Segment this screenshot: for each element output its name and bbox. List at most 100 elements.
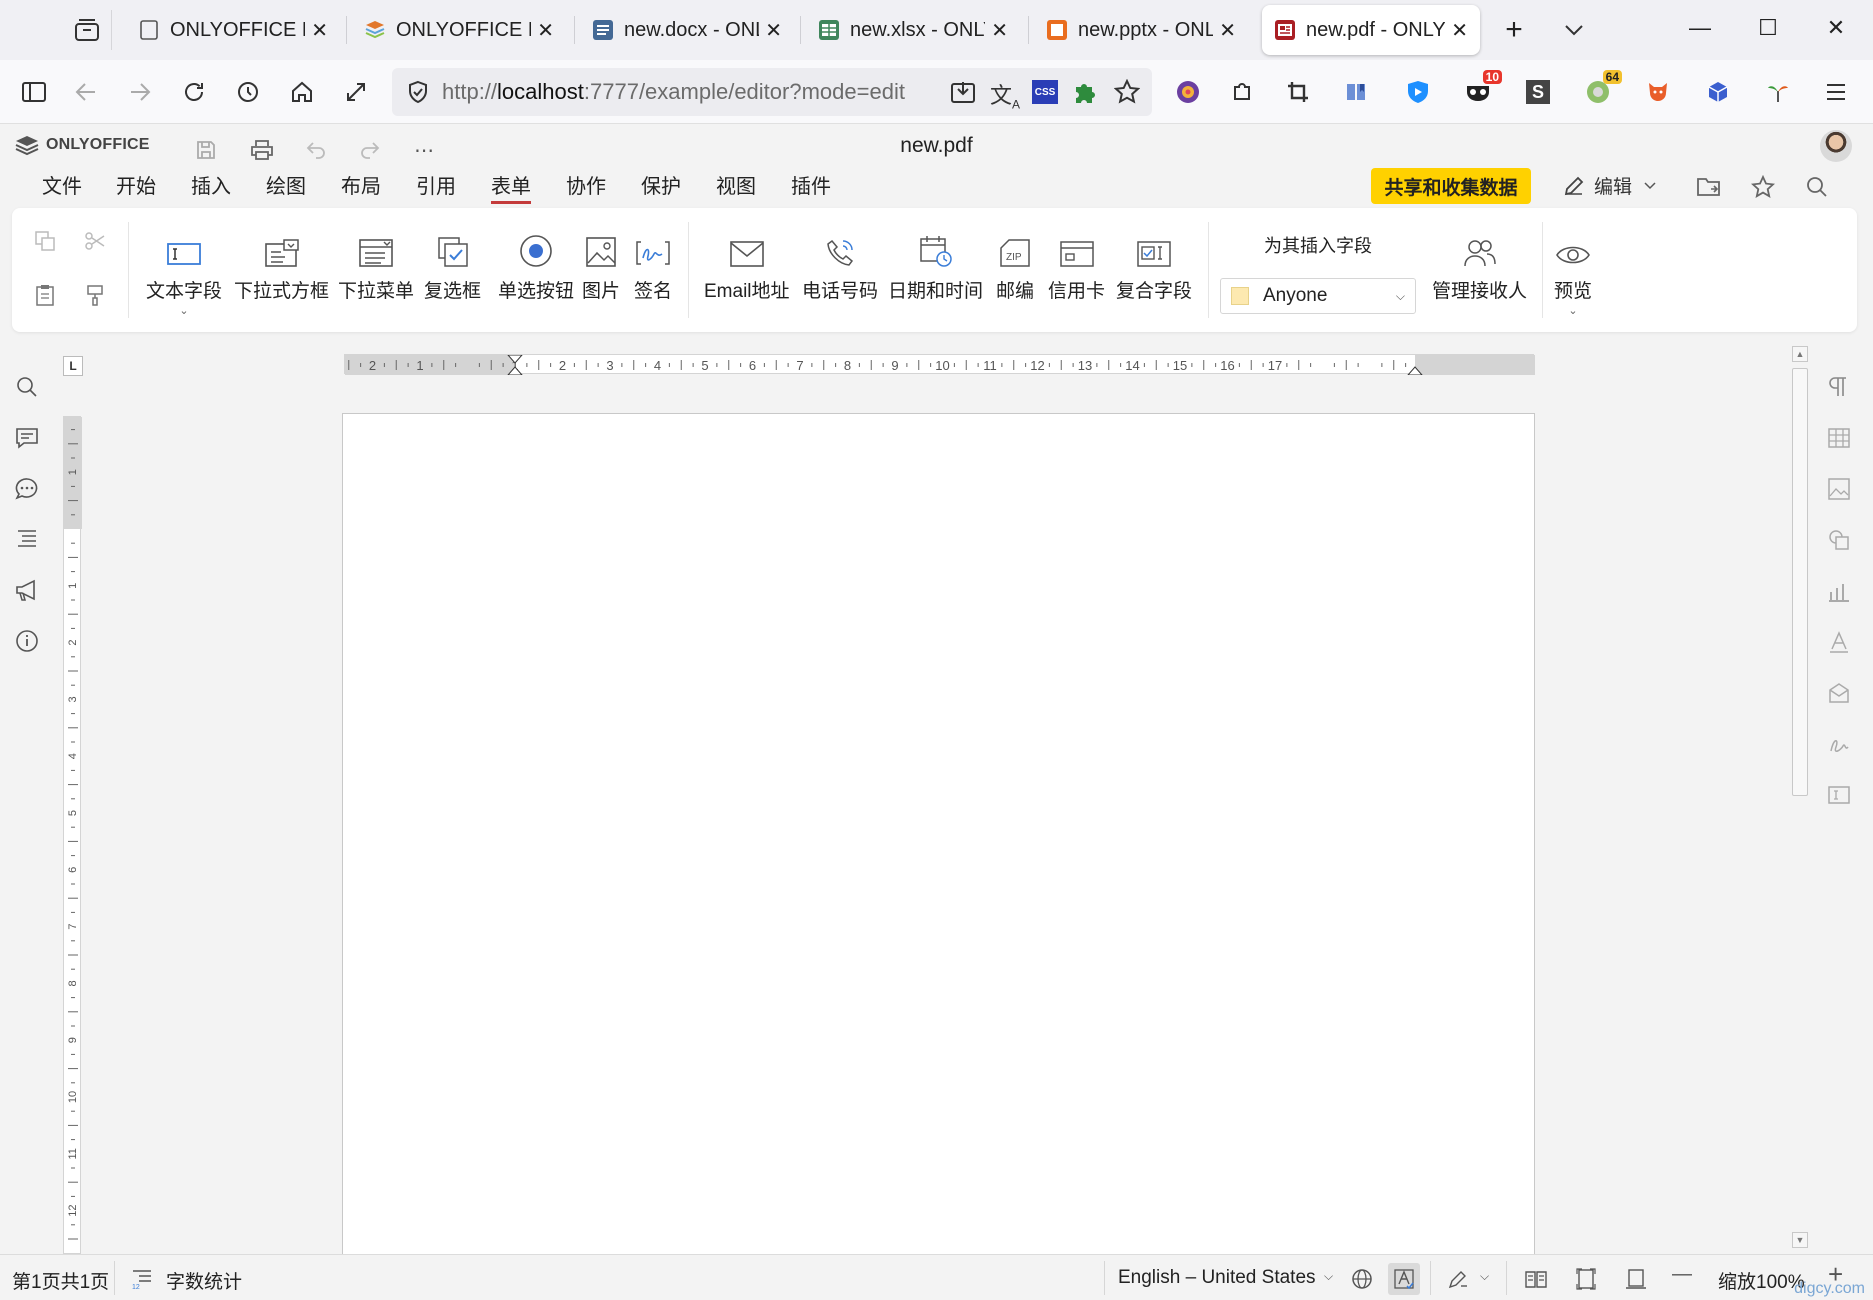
chat-icon[interactable] — [10, 472, 44, 506]
table-settings-icon[interactable] — [1822, 421, 1856, 455]
copy-icon[interactable] — [30, 226, 60, 256]
css-extension-icon[interactable]: CSS — [1032, 80, 1058, 104]
open-location-icon[interactable] — [1692, 170, 1726, 204]
recipient-select[interactable]: Anyone ⌵ — [1220, 278, 1416, 314]
image-settings-icon[interactable] — [1822, 472, 1856, 506]
fit-width-icon[interactable] — [1620, 1263, 1652, 1295]
browser-tab-5[interactable]: new.pptx - ONLY ✕ — [1034, 5, 1248, 55]
navigation-icon[interactable] — [10, 522, 44, 556]
sidebar-toggle-icon[interactable] — [14, 72, 54, 112]
menu-layout[interactable]: 布局 — [341, 170, 381, 199]
minimize-button[interactable]: — — [1665, 0, 1735, 56]
menu-protection[interactable]: 保护 — [641, 170, 681, 199]
color-extension-icon[interactable] — [1170, 74, 1206, 110]
zoom-out-button[interactable]: — — [1672, 1263, 1692, 1286]
info-icon[interactable] — [10, 624, 44, 658]
format-painter-icon[interactable] — [80, 280, 110, 310]
shape-settings-icon[interactable] — [1822, 523, 1856, 557]
tab-close-icon[interactable]: ✕ — [765, 18, 782, 43]
chart-settings-icon[interactable] — [1822, 574, 1856, 608]
fit-page-icon[interactable] — [1570, 1263, 1602, 1295]
vertical-scrollbar[interactable]: ▲ ▼ — [1790, 346, 1810, 1252]
download-page-icon[interactable] — [950, 80, 976, 104]
reload-icon[interactable] — [174, 72, 214, 112]
menu-view[interactable]: 视图 — [716, 170, 756, 199]
spell-check-icon[interactable] — [1388, 1263, 1420, 1295]
tab-close-icon[interactable]: ✕ — [1451, 18, 1468, 43]
globe-extension-icon[interactable]: 64 — [1580, 70, 1622, 110]
preview-button[interactable]: 预览 ⌄ — [1554, 232, 1592, 317]
back-icon[interactable] — [66, 72, 106, 112]
chevron-down-icon[interactable]: ⌵ — [1480, 1269, 1489, 1284]
maximize-button[interactable]: ☐ — [1733, 0, 1803, 56]
list-tabs-icon[interactable] — [1554, 10, 1594, 50]
dropdown-list-button[interactable]: 下拉菜单 — [338, 232, 414, 303]
history-icon[interactable] — [228, 72, 268, 112]
menu-plugins[interactable]: 插件 — [791, 170, 831, 199]
checkbox-button[interactable]: 复选框 — [424, 232, 481, 303]
image-field-button[interactable]: 图片 — [582, 232, 620, 303]
text-field-button[interactable]: 文本字段 ⌄ — [146, 232, 222, 317]
close-window-button[interactable]: ✕ — [1801, 0, 1871, 56]
text-art-settings-icon[interactable] — [1822, 625, 1856, 659]
extension-icon[interactable] — [1224, 74, 1260, 110]
menu-home[interactable]: 开始 — [116, 170, 156, 199]
menu-insert[interactable]: 插入 — [191, 170, 231, 199]
signature-settings-icon[interactable] — [1822, 727, 1856, 761]
scroll-thumb[interactable] — [1792, 368, 1808, 796]
paragraph-settings-icon[interactable] — [1822, 370, 1856, 404]
tab-close-icon[interactable]: ✕ — [537, 18, 554, 43]
address-bar[interactable]: http://localhost:7777/example/editor?mod… — [392, 68, 1152, 116]
menu-file[interactable]: 文件 — [42, 170, 82, 199]
track-changes-icon[interactable] — [1442, 1263, 1474, 1295]
word-count-label[interactable]: 字数统计 — [166, 1267, 242, 1294]
cube-extension-icon[interactable] — [1700, 74, 1736, 110]
paste-icon[interactable] — [30, 280, 60, 310]
forward-icon[interactable] — [120, 72, 160, 112]
app-menu-icon[interactable] — [1818, 74, 1854, 110]
menu-forms[interactable]: 表单 — [491, 170, 531, 204]
browser-tab-2[interactable]: ONLYOFFICE Do ✕ — [352, 5, 566, 55]
fox-extension-icon[interactable] — [1640, 74, 1676, 110]
horizontal-ruler[interactable]: 2 1 1 2 3 4 5 6 7 8 9 10 11 12 13 14 15 16 17 — [344, 354, 1535, 375]
word-count-icon[interactable]: 12 — [126, 1263, 158, 1295]
tab-close-icon[interactable]: ✕ — [1219, 18, 1236, 43]
feedback-icon[interactable] — [10, 573, 44, 607]
avatar[interactable] — [1820, 130, 1852, 162]
browser-tab-4[interactable]: new.xlsx - ONLY( ✕ — [806, 5, 1020, 55]
combo-box-button[interactable]: 下拉式方框 — [234, 232, 329, 303]
vertical-ruler[interactable]: 1 1 2 3 4 5 6 7 8 9 10 11 12 — [63, 416, 82, 1254]
menu-collaboration[interactable]: 协作 — [566, 170, 606, 199]
plant-extension-icon[interactable] — [1760, 74, 1796, 110]
comments-icon[interactable] — [10, 421, 44, 455]
tab-close-icon[interactable]: ✕ — [991, 18, 1008, 43]
browser-tab-3[interactable]: new.docx - ONLY ✕ — [580, 5, 794, 55]
signature-field-button[interactable]: 签名 — [634, 232, 672, 303]
crop-icon[interactable] — [1280, 74, 1316, 110]
tab-stop-selector[interactable]: L — [63, 356, 83, 376]
puzzle-extension-icon[interactable] — [1072, 79, 1098, 105]
tab-close-icon[interactable]: ✕ — [311, 18, 328, 43]
bookmark-star-icon[interactable] — [1114, 79, 1140, 105]
datetime-field-button[interactable]: 日期和时间 — [888, 232, 983, 303]
radio-button-button[interactable]: 单选按钮 — [498, 232, 574, 303]
phone-field-button[interactable]: 电话号码 — [802, 232, 878, 303]
page-indicator[interactable]: 第1页共1页 — [12, 1267, 109, 1294]
complex-field-button[interactable]: 复合字段 — [1116, 232, 1192, 303]
reader-icon[interactable] — [1338, 74, 1374, 110]
mail-merge-icon[interactable] — [1822, 676, 1856, 710]
menu-references[interactable]: 引用 — [416, 170, 456, 199]
favorite-star-icon[interactable] — [1746, 170, 1780, 204]
form-settings-icon[interactable] — [1822, 778, 1856, 812]
shield-icon[interactable] — [406, 80, 430, 104]
left-search-icon[interactable] — [10, 370, 44, 404]
mask-extension-icon[interactable]: 10 — [1460, 70, 1502, 110]
translate-icon[interactable]: 文A — [990, 78, 1020, 111]
menu-draw[interactable]: 绘图 — [266, 170, 306, 199]
fullscreen-icon[interactable] — [336, 72, 376, 112]
cut-icon[interactable] — [80, 226, 110, 256]
reading-mode-icon[interactable] — [1520, 1263, 1552, 1295]
document-page[interactable] — [342, 413, 1535, 1263]
edit-mode-button[interactable]: 编辑 — [1562, 172, 1656, 199]
search-icon[interactable] — [1800, 170, 1834, 204]
